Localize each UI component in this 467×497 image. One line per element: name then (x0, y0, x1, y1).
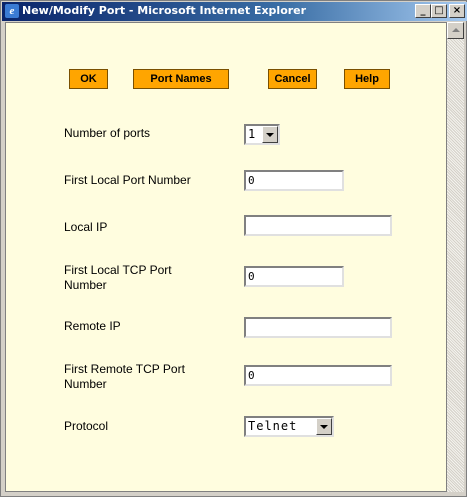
protocol-label: Protocol (64, 419, 109, 433)
remote-ip-label: Remote IP (64, 319, 121, 333)
window-controls: _ □ × (415, 4, 465, 18)
scroll-up-arrow-icon[interactable] (447, 22, 464, 39)
first-remote-tcp-port-input[interactable]: 0 (244, 365, 392, 386)
protocol-value: Telnet (248, 419, 298, 433)
port-names-button[interactable]: Port Names (133, 69, 229, 89)
window-title: New/Modify Port - Microsoft Internet Exp… (22, 4, 307, 17)
first-remote-tcp-port-label-line1: First Remote TCP Port (64, 362, 185, 376)
first-local-port-input[interactable]: 0 (244, 170, 344, 191)
first-local-port-label: First Local Port Number (64, 173, 191, 187)
minimize-button[interactable]: _ (415, 4, 431, 18)
help-button[interactable]: Help (344, 69, 390, 89)
local-ip-label: Local IP (64, 220, 108, 234)
title-bar[interactable]: e New/Modify Port - Microsoft Internet E… (2, 2, 467, 21)
first-local-tcp-port-label: First Local TCP Port Number (64, 263, 172, 293)
first-remote-tcp-port-label: First Remote TCP Port Number (64, 362, 185, 392)
protocol-select[interactable]: Telnet (244, 416, 334, 437)
number-of-ports-value: 1 (248, 127, 256, 141)
ie-icon: e (5, 4, 19, 18)
page-content: OK Port Names Cancel Help Number of port… (5, 22, 447, 492)
close-button[interactable]: × (449, 4, 465, 18)
number-of-ports-label: Number of ports (64, 126, 151, 140)
dropdown-arrow-icon[interactable] (316, 418, 332, 435)
maximize-button[interactable]: □ (431, 4, 447, 18)
first-remote-tcp-port-label-line2: Number (64, 377, 107, 391)
browser-window: e New/Modify Port - Microsoft Internet E… (0, 0, 467, 497)
first-local-tcp-port-label-line2: Number (64, 278, 107, 292)
remote-ip-input[interactable] (244, 317, 392, 338)
vertical-scrollbar[interactable] (447, 22, 464, 492)
number-of-ports-select[interactable]: 1 (244, 124, 280, 145)
ok-button[interactable]: OK (69, 69, 108, 89)
cancel-button[interactable]: Cancel (268, 69, 317, 89)
local-ip-input[interactable] (244, 215, 392, 236)
first-local-tcp-port-label-line1: First Local TCP Port (64, 263, 172, 277)
first-local-tcp-port-input[interactable]: 0 (244, 266, 344, 287)
dropdown-arrow-icon[interactable] (262, 126, 278, 143)
